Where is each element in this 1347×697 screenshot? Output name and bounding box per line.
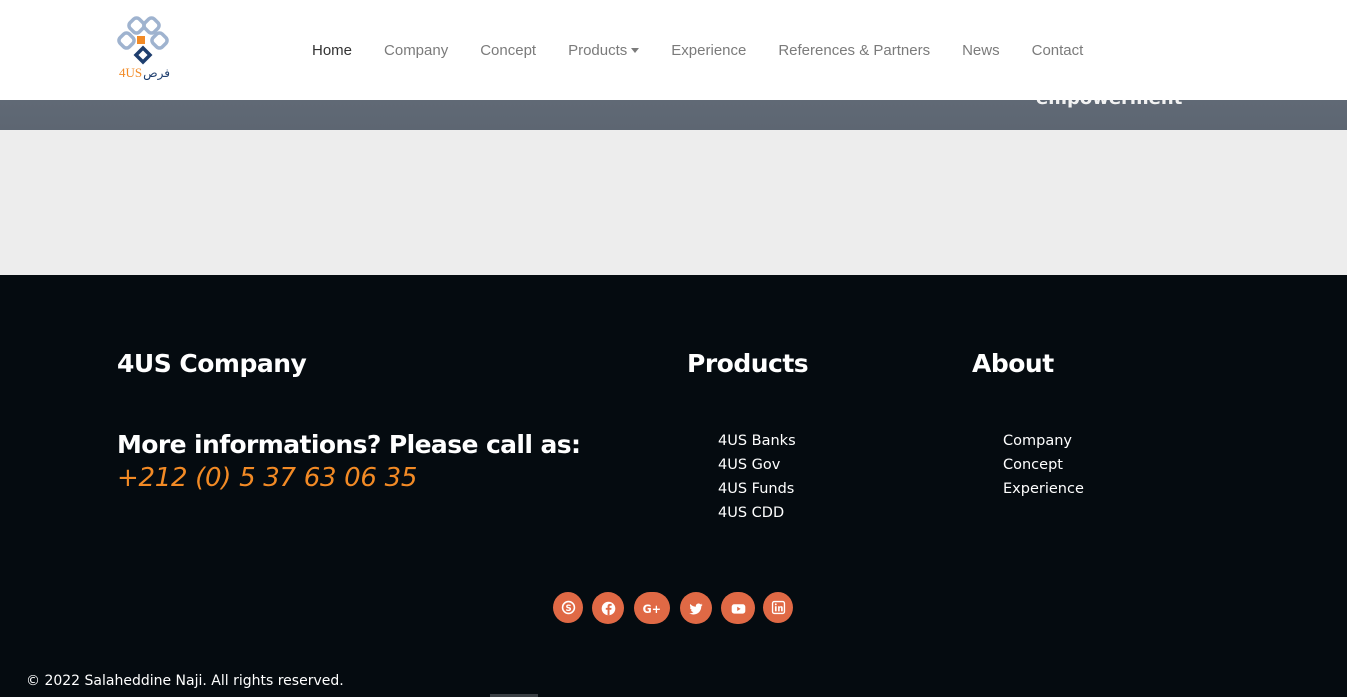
nav-news-label: News xyxy=(962,41,1000,59)
footer-link-4us-funds[interactable]: 4US Funds xyxy=(718,477,796,501)
nav-references-partners[interactable]: References & Partners xyxy=(762,42,946,59)
navbar: 4US فرص Home Company Concept Products Ex… xyxy=(0,0,1347,100)
logo-arabic: فرص xyxy=(143,66,170,80)
footer-company-title: 4US Company xyxy=(117,349,307,378)
svg-text:S: S xyxy=(565,604,571,614)
skype-icon[interactable]: S xyxy=(553,592,583,623)
nav-concept[interactable]: Concept xyxy=(464,42,552,59)
footer-about-title: About xyxy=(972,349,1054,378)
nav-references-label: References & Partners xyxy=(778,41,931,59)
nav-company[interactable]: Company xyxy=(368,42,464,59)
footer-link-experience[interactable]: Experience xyxy=(1003,477,1084,501)
footer-link-concept[interactable]: Concept xyxy=(1003,453,1084,477)
facebook-icon[interactable] xyxy=(592,592,624,624)
footer-about-list: Company Concept Experience xyxy=(1003,429,1084,501)
nav-products-dropdown[interactable]: Products xyxy=(552,42,655,59)
nav-experience[interactable]: Experience xyxy=(655,42,762,59)
footer-link-company[interactable]: Company xyxy=(1003,429,1084,453)
copyright-text: © 2022 Salaheddine Naji. All rights rese… xyxy=(26,673,344,689)
twitter-icon[interactable] xyxy=(680,592,712,624)
caret-down-icon xyxy=(631,47,640,53)
nav-contact[interactable]: Contact xyxy=(1016,42,1100,59)
footer-products-title: Products xyxy=(687,349,809,378)
footer-link-4us-banks[interactable]: 4US Banks xyxy=(718,429,796,453)
nav-home-label: Home xyxy=(312,41,353,59)
google-plus-icon[interactable]: G+ xyxy=(634,592,670,624)
footer-call-text: More informations? Please call as: xyxy=(117,430,581,459)
linkedin-icon[interactable] xyxy=(763,592,793,623)
nav-contact-label: Contact xyxy=(1031,41,1084,59)
nav-company-label: Company xyxy=(384,41,449,59)
nav-home[interactable]: Home xyxy=(296,42,368,59)
nav-experience-label: Experience xyxy=(671,41,747,59)
nav-products-label: Products xyxy=(568,41,628,59)
footer-link-4us-cdd[interactable]: 4US CDD xyxy=(718,501,796,525)
content-band xyxy=(0,130,1347,275)
logo-text: 4US xyxy=(119,65,143,80)
nav-news[interactable]: News xyxy=(946,42,1016,59)
footer: 4US Company More informations? Please ca… xyxy=(0,275,1347,697)
main-nav: Home Company Concept Products Experience… xyxy=(296,0,1099,100)
brand-logo[interactable]: 4US فرص xyxy=(116,16,170,82)
footer-link-4us-gov[interactable]: 4US Gov xyxy=(718,453,796,477)
social-links: S G+ xyxy=(553,592,793,624)
youtube-icon[interactable] xyxy=(721,592,755,624)
nav-concept-label: Concept xyxy=(480,41,537,59)
svg-text:G+: G+ xyxy=(643,602,661,615)
footer-phone[interactable]: +212 (0) 5 37 63 06 35 xyxy=(117,463,417,493)
footer-products-list: 4US Banks 4US Gov 4US Funds 4US CDD xyxy=(718,429,796,525)
